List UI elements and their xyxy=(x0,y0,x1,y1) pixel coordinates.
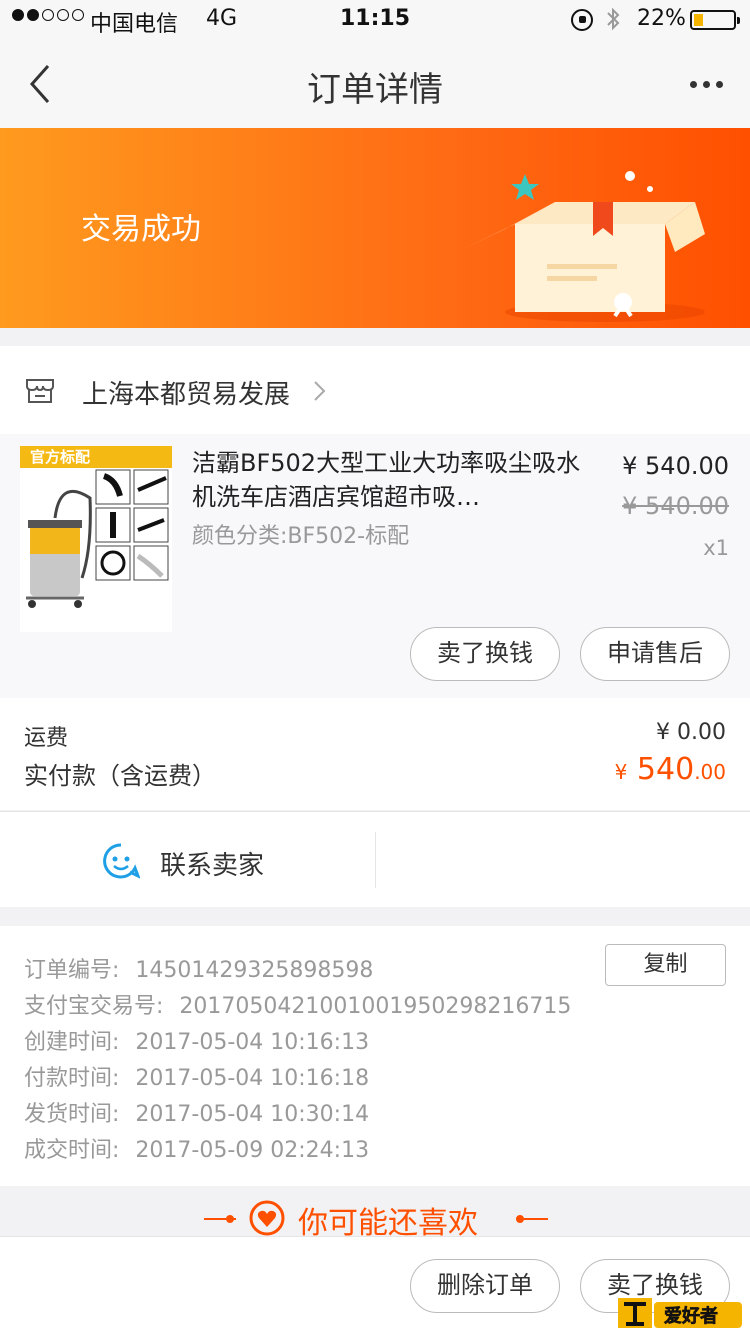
more-dots-icon xyxy=(689,80,697,88)
recommend-header: 你可能还喜欢 xyxy=(0,1186,750,1241)
alipay-trade-row: 支付宝交易号: 2017050421001001950298216715 xyxy=(24,994,572,1019)
copy-button[interactable]: 复制 xyxy=(605,944,726,986)
total-value: ¥ 540.00 xyxy=(614,752,726,787)
battery-percent: 22% xyxy=(637,6,686,31)
product-price: ¥ 540.00 xyxy=(622,452,729,480)
more-button[interactable] xyxy=(684,74,728,94)
completed-time-row: 成交时间: 2017-05-09 02:24:13 xyxy=(24,1138,370,1163)
product-original-price: ¥ 540.00 xyxy=(622,492,729,520)
nav-bar: 订单详情 xyxy=(0,40,750,128)
vacuum-product-image xyxy=(26,469,169,608)
product-title[interactable]: 洁霸BF502大型工业大功率吸尘吸水机洗车店酒店宾馆超市吸… xyxy=(192,446,582,514)
created-time-row: 创建时间: 2017-05-04 10:16:13 xyxy=(24,1030,370,1055)
chat-smile-icon[interactable] xyxy=(102,842,140,880)
page-title: 订单详情 xyxy=(307,70,443,110)
heart-icon xyxy=(249,1200,285,1236)
contact-seller-button[interactable]: 联系卖家 xyxy=(160,845,264,882)
total-label: 实付款（含运费） xyxy=(24,762,216,790)
after-sale-button[interactable]: 申请售后 xyxy=(580,627,730,681)
contact-row: 联系卖家 xyxy=(0,811,750,907)
shipping-value: ¥ 0.00 xyxy=(656,720,726,745)
product-thumbnail[interactable]: 官方标配 xyxy=(20,446,172,632)
product-quantity: x1 xyxy=(703,536,729,560)
svg-text:爱好者: 爱好者 xyxy=(664,1305,718,1327)
shipped-time-row: 发货时间: 2017-05-04 10:30:14 xyxy=(24,1102,370,1127)
divider xyxy=(375,832,376,888)
paid-time-row: 付款时间: 2017-05-04 10:16:18 xyxy=(24,1066,370,1091)
order-info: 订单编号: 14501429325898598 支付宝交易号: 2017050421… xyxy=(0,926,750,1186)
store-icon xyxy=(26,379,54,403)
official-tag: 官方标配 xyxy=(20,446,172,468)
bluetooth-icon xyxy=(605,5,621,39)
sell-button[interactable]: 卖了换钱 xyxy=(410,627,560,681)
order-item[interactable]: 官方标配 洁霸BF502大型工业大功率吸尘吸水机洗车店酒店宾馆超市吸… 颜色分类… xyxy=(0,434,750,698)
shop-row[interactable]: 上海本都贸易发展 xyxy=(0,346,750,434)
delete-order-button[interactable]: 删除订单 xyxy=(410,1259,560,1313)
chevron-right-icon xyxy=(314,381,326,401)
order-status-banner: 交易成功 xyxy=(0,128,750,328)
watermark-logo: 爱好者 xyxy=(618,1298,742,1328)
order-number-row: 订单编号: 14501429325898598 xyxy=(24,958,374,983)
shipping-label: 运费 xyxy=(24,726,69,751)
battery-icon xyxy=(690,10,740,30)
status-bar: 中国电信 4G 11:15 22% xyxy=(0,0,750,40)
open-box-illustration xyxy=(463,171,705,322)
payment-summary: 运费 ¥ 0.00 实付款（含运费） ¥ 540.00 xyxy=(0,698,750,810)
order-status-text: 交易成功 xyxy=(81,212,201,247)
shop-name: 上海本都贸易发展 xyxy=(82,380,291,410)
product-sku: 颜色分类:BF502-标配 xyxy=(192,524,410,549)
rotation-lock-icon xyxy=(571,9,593,31)
